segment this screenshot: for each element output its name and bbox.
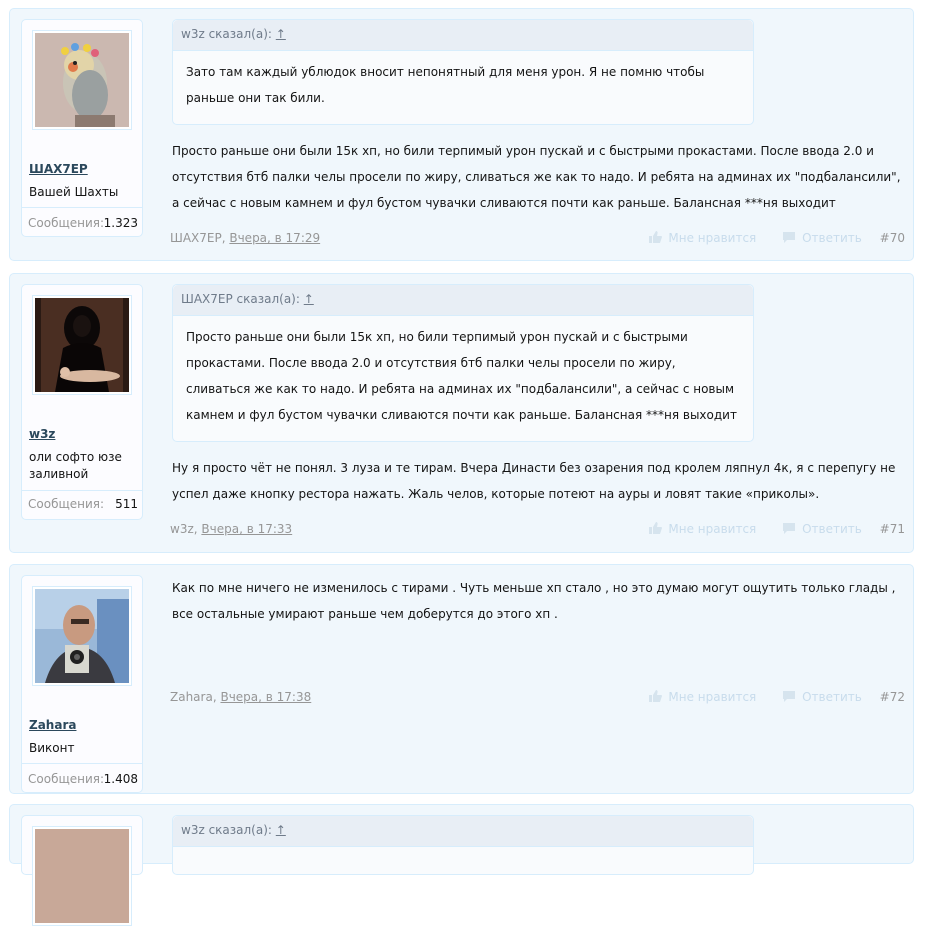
avatar[interactable] bbox=[32, 295, 132, 395]
post-number[interactable]: #70 bbox=[880, 231, 905, 245]
quote-link[interactable]: ↑ bbox=[276, 27, 286, 41]
quote-header: ШАХ7ЕР сказал(а): ↑ bbox=[173, 285, 753, 316]
message-count-value: 511 bbox=[115, 497, 138, 511]
meta-author[interactable]: w3z, bbox=[170, 522, 198, 536]
post-actions: Мне нравится Ответить #71 bbox=[626, 522, 905, 536]
reply-button[interactable]: Ответить bbox=[782, 690, 862, 704]
avatar[interactable] bbox=[32, 586, 132, 686]
user-title: Виконт bbox=[29, 741, 75, 755]
post-71: w3z оли софто юзе заливной Сообщения: 51… bbox=[9, 273, 914, 553]
user-block: w3z оли софто юзе заливной Сообщения: 51… bbox=[21, 284, 143, 520]
avatar-image-icon bbox=[35, 829, 129, 923]
message-count-value: 1.408 bbox=[103, 772, 138, 786]
user-block: Zahara Виконт Сообщения: 1.408 bbox=[21, 575, 143, 793]
like-button[interactable]: Мне нравится bbox=[648, 231, 756, 245]
like-label: Мне нравится bbox=[668, 690, 757, 704]
post-actions: Мне нравится Ответить #72 bbox=[626, 690, 905, 704]
quote-block: ШАХ7ЕР сказал(а): ↑ Просто раньше они бы… bbox=[172, 284, 754, 442]
quote-text: Просто раньше они были 15к хп, но били т… bbox=[186, 330, 737, 422]
quote-author: w3z сказал(а): bbox=[181, 27, 272, 41]
quote-block: w3z сказал(а): ↑ bbox=[172, 815, 754, 875]
divider bbox=[22, 490, 142, 491]
like-label: Мне нравится bbox=[668, 522, 757, 536]
message-count-label: Сообщения: bbox=[28, 772, 105, 786]
quote-link[interactable]: ↑ bbox=[304, 292, 314, 306]
quote-block: w3z сказал(а): ↑ Зато там каждый ублюдок… bbox=[172, 19, 754, 125]
thumbs-up-icon bbox=[649, 522, 663, 534]
username[interactable]: ШАХ7ЕР bbox=[29, 162, 88, 176]
avatar[interactable] bbox=[32, 30, 132, 130]
quote-header: w3z сказал(а): ↑ bbox=[173, 816, 753, 847]
post-70: ШАХ7ЕР Вашей Шахты Сообщения: 1.323 w3z … bbox=[9, 8, 914, 261]
post-73: w3z сказал(а): ↑ bbox=[9, 804, 914, 926]
reply-button[interactable]: Ответить bbox=[782, 522, 862, 536]
user-title: оли софто юзе заливной bbox=[29, 450, 122, 481]
avatar[interactable] bbox=[32, 826, 132, 926]
post-number[interactable]: #71 bbox=[880, 522, 905, 536]
message-text: Ну я просто чёт не понял. 3 луза и те ти… bbox=[172, 461, 896, 501]
quote-text: Зато там каждый ублюдок вносит непонятны… bbox=[186, 65, 705, 105]
avatar-image-icon bbox=[35, 589, 129, 683]
meta-author[interactable]: ШАХ7ЕР, bbox=[170, 231, 226, 245]
post-meta: Zahara, Вчера, в 17:38 Мне нравится Отве… bbox=[170, 690, 905, 708]
quote-header: w3z сказал(а): ↑ bbox=[173, 20, 753, 51]
reply-label: Ответить bbox=[802, 690, 862, 704]
quote-author: ШАХ7ЕР сказал(а): bbox=[181, 292, 300, 306]
divider bbox=[22, 763, 142, 764]
reply-button[interactable]: Ответить bbox=[782, 231, 862, 245]
user-block bbox=[21, 815, 143, 926]
speech-bubble-icon bbox=[783, 691, 796, 702]
message-count-label: Сообщения: bbox=[28, 497, 105, 511]
like-label: Мне нравится bbox=[668, 231, 757, 245]
post-72: Zahara Виконт Сообщения: 1.408 Как по мн… bbox=[9, 564, 914, 794]
thumbs-up-icon bbox=[649, 231, 663, 243]
message-text: Как по мне ничего не изменилось с тирами… bbox=[172, 581, 896, 621]
message-text: Просто раньше они были 15к хп, но били т… bbox=[172, 144, 901, 210]
post-meta: w3z, Вчера, в 17:33 Мне нравится Ответит… bbox=[170, 522, 905, 540]
speech-bubble-icon bbox=[783, 232, 796, 243]
meta-author[interactable]: Zahara, bbox=[170, 690, 217, 704]
divider bbox=[22, 207, 142, 208]
username[interactable]: w3z bbox=[29, 427, 55, 441]
user-block: ШАХ7ЕР Вашей Шахты Сообщения: 1.323 bbox=[21, 19, 143, 237]
post-number[interactable]: #72 bbox=[880, 690, 905, 704]
speech-bubble-icon bbox=[783, 523, 796, 534]
message-count-label: Сообщения: bbox=[28, 216, 105, 230]
post-meta: ШАХ7ЕР, Вчера, в 17:29 Мне нравится Отве… bbox=[170, 231, 905, 249]
avatar-image-icon bbox=[35, 33, 129, 127]
meta-date[interactable]: Вчера, в 17:29 bbox=[229, 231, 320, 245]
meta-date[interactable]: Вчера, в 17:38 bbox=[220, 690, 311, 704]
like-button[interactable]: Мне нравится bbox=[648, 690, 756, 704]
message-count-value: 1.323 bbox=[103, 216, 138, 230]
username[interactable]: Zahara bbox=[29, 718, 76, 732]
user-title: Вашей Шахты bbox=[29, 185, 119, 199]
meta-date[interactable]: Вчера, в 17:33 bbox=[201, 522, 292, 536]
reply-label: Ответить bbox=[802, 522, 862, 536]
avatar-image-icon bbox=[35, 298, 129, 392]
post-actions: Мне нравится Ответить #70 bbox=[626, 231, 905, 245]
like-button[interactable]: Мне нравится bbox=[648, 522, 756, 536]
reply-label: Ответить bbox=[802, 231, 862, 245]
thumbs-up-icon bbox=[649, 690, 663, 702]
